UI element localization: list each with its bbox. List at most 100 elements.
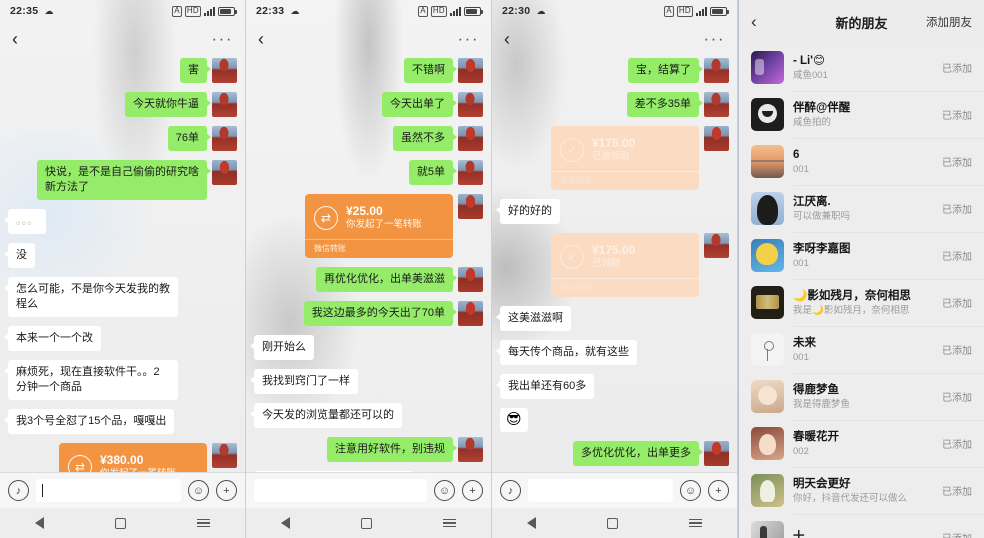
avatar[interactable] [704, 92, 729, 117]
avatar[interactable] [458, 58, 483, 83]
plus-icon[interactable]: + [462, 480, 483, 501]
avatar[interactable] [212, 92, 237, 117]
friend-request-item[interactable]: 6 001 已添加 [739, 138, 984, 185]
message-bubble[interactable]: 再优化优化，出单美滋滋 [316, 267, 453, 292]
message-bubble[interactable]: 这美滋滋啊 [500, 306, 571, 331]
avatar[interactable] [751, 427, 784, 460]
avatar[interactable] [704, 441, 729, 466]
avatar[interactable] [751, 192, 784, 225]
friend-request-item[interactable]: 伴醉@伴醒 咸鱼拍的 已添加 [739, 91, 984, 138]
friend-request-item[interactable]: 明天会更好 你好，抖音代发还可以做么 已添加 [739, 467, 984, 514]
message-bubble[interactable]: 虽然不多 [393, 126, 453, 151]
message-bubble[interactable]: 今天发的浏览量都还可以的 [254, 403, 402, 428]
message-bubble[interactable]: 每天传个商品，就有这些 [500, 340, 637, 365]
message-bubble[interactable]: 快说，是不是自己偷偷的研究啥新方法了 [37, 160, 207, 200]
back-triangle-icon[interactable] [35, 517, 44, 529]
message-bubble[interactable]: 76单 [168, 126, 207, 151]
voice-icon[interactable]: ♪ [500, 480, 521, 501]
avatar[interactable] [704, 126, 729, 151]
more-options-icon[interactable]: ··· [458, 34, 479, 44]
message-bubble[interactable]: 。。。 [8, 209, 46, 234]
message-input[interactable] [36, 479, 181, 502]
message-bubble[interactable]: 不错啊 [404, 58, 453, 83]
menu-lines-icon[interactable] [443, 519, 456, 527]
emoji-icon[interactable]: ☺ [680, 480, 701, 501]
avatar[interactable] [751, 239, 784, 272]
message-bubble[interactable]: 我3个号全怼了15个品，嘎嘎出 [8, 409, 174, 434]
avatar[interactable] [751, 333, 784, 366]
message-bubble[interactable]: 注意用好软件，别违规 [327, 437, 453, 462]
avatar[interactable] [458, 92, 483, 117]
message-bubble[interactable]: 麻烦死，现在直接软件干。。2分钟一个商品 [8, 360, 178, 400]
avatar[interactable] [212, 443, 237, 468]
friend-request-item[interactable]: 春暖花开 002 已添加 [739, 420, 984, 467]
avatar[interactable] [212, 58, 237, 83]
avatar[interactable] [212, 160, 237, 185]
avatar[interactable] [458, 437, 483, 462]
sticker-message[interactable]: 😎 [500, 408, 528, 432]
back-chevron-icon[interactable]: ‹ [751, 12, 757, 32]
more-options-icon[interactable]: ··· [704, 34, 725, 44]
message-bubble[interactable]: 多优化优化，出单更多 [573, 441, 699, 466]
transfer-card[interactable]: ⇄¥380.00你发起了一笔转账微信转账 [59, 443, 207, 472]
message-bubble[interactable]: 今天出单了 [382, 92, 453, 117]
transfer-card[interactable]: ✓ ¥175.00 已被领取 微信转账 [551, 126, 699, 190]
avatar[interactable] [751, 98, 784, 131]
avatar[interactable] [458, 160, 483, 185]
friend-request-item[interactable]: 🌙影如残月，奈何相思 我是🌙影如残月，奈何相思 已添加 [739, 279, 984, 326]
emoji-icon[interactable]: ☺ [434, 480, 455, 501]
message-bubble[interactable]: 就5单 [409, 160, 453, 185]
more-options-icon[interactable]: ··· [212, 34, 233, 44]
message-bubble[interactable]: 怎么可能，不是你今天发我的教程么 [8, 277, 178, 317]
friend-request-item[interactable]: - Li'😊 咸鱼001 已添加 [739, 44, 984, 91]
message-bubble[interactable]: 本来一个一个改 [8, 326, 101, 351]
home-square-icon[interactable] [607, 518, 618, 529]
message-bubble[interactable]: 好的好的 [500, 199, 560, 224]
avatar[interactable] [751, 286, 784, 319]
avatar[interactable] [458, 267, 483, 292]
message-bubble[interactable]: 今天就你牛逼 [125, 92, 207, 117]
avatar[interactable] [751, 474, 784, 507]
back-chevron-icon[interactable]: ‹ [12, 30, 18, 48]
message-bubble[interactable]: 没 [8, 243, 35, 268]
back-triangle-icon[interactable] [527, 517, 536, 529]
menu-lines-icon[interactable] [197, 519, 210, 527]
avatar[interactable] [704, 233, 729, 258]
avatar[interactable] [458, 126, 483, 151]
avatar[interactable] [458, 301, 483, 326]
friend-request-item[interactable]: 未来 001 已添加 [739, 326, 984, 373]
home-square-icon[interactable] [115, 518, 126, 529]
back-triangle-icon[interactable] [281, 517, 290, 529]
message-bubble[interactable]: 害 [180, 58, 207, 83]
message-bubble[interactable]: 宝，结算了 [628, 58, 699, 83]
plus-icon[interactable]: + [708, 480, 729, 501]
message-input[interactable] [254, 479, 427, 502]
message-input[interactable] [528, 479, 673, 502]
message-bubble[interactable]: 我出单还有60多 [500, 374, 594, 399]
friend-request-item[interactable]: 江厌离. 可以做兼职吗 已添加 [739, 185, 984, 232]
avatar[interactable] [212, 126, 237, 151]
message-bubble[interactable]: 我这边最多的今天出了70单 [304, 301, 453, 326]
friend-request-item[interactable]: 李呀李嘉图 001 已添加 [739, 232, 984, 279]
friend-request-item[interactable]: 十 已添加 [739, 514, 984, 538]
avatar[interactable] [751, 145, 784, 178]
emoji-icon[interactable]: ☺ [188, 480, 209, 501]
add-friend-button[interactable]: 添加朋友 [926, 14, 972, 30]
transfer-card[interactable]: ✓ ¥175.00 已领取 微信转账 [551, 233, 699, 297]
home-square-icon[interactable] [361, 518, 372, 529]
message-bubble[interactable]: 刚开始么 [254, 335, 314, 360]
friend-request-item[interactable]: 得鹿梦鱼 我是得鹿梦鱼 已添加 [739, 373, 984, 420]
back-chevron-icon[interactable]: ‹ [258, 30, 264, 48]
avatar[interactable] [751, 51, 784, 84]
avatar[interactable] [751, 521, 784, 538]
avatar[interactable] [458, 194, 483, 219]
plus-icon[interactable]: + [216, 480, 237, 501]
menu-lines-icon[interactable] [689, 519, 702, 527]
avatar[interactable] [704, 58, 729, 83]
transfer-card[interactable]: ⇄ ¥25.00 你发起了一笔转账 微信转账 [305, 194, 453, 258]
avatar[interactable] [751, 380, 784, 413]
message-bubble[interactable]: 差不多35单 [627, 92, 699, 117]
message-bubble[interactable]: 我找到窍门了一样 [254, 369, 358, 394]
message-bubble[interactable]: 就今天更新的教程，太舒服了 [254, 471, 413, 472]
friends-list[interactable]: - Li'😊 咸鱼001 已添加 伴醉@伴醒 咸鱼拍的 已添加 6 001 已添加 江厌离. 可以做… [739, 44, 984, 538]
